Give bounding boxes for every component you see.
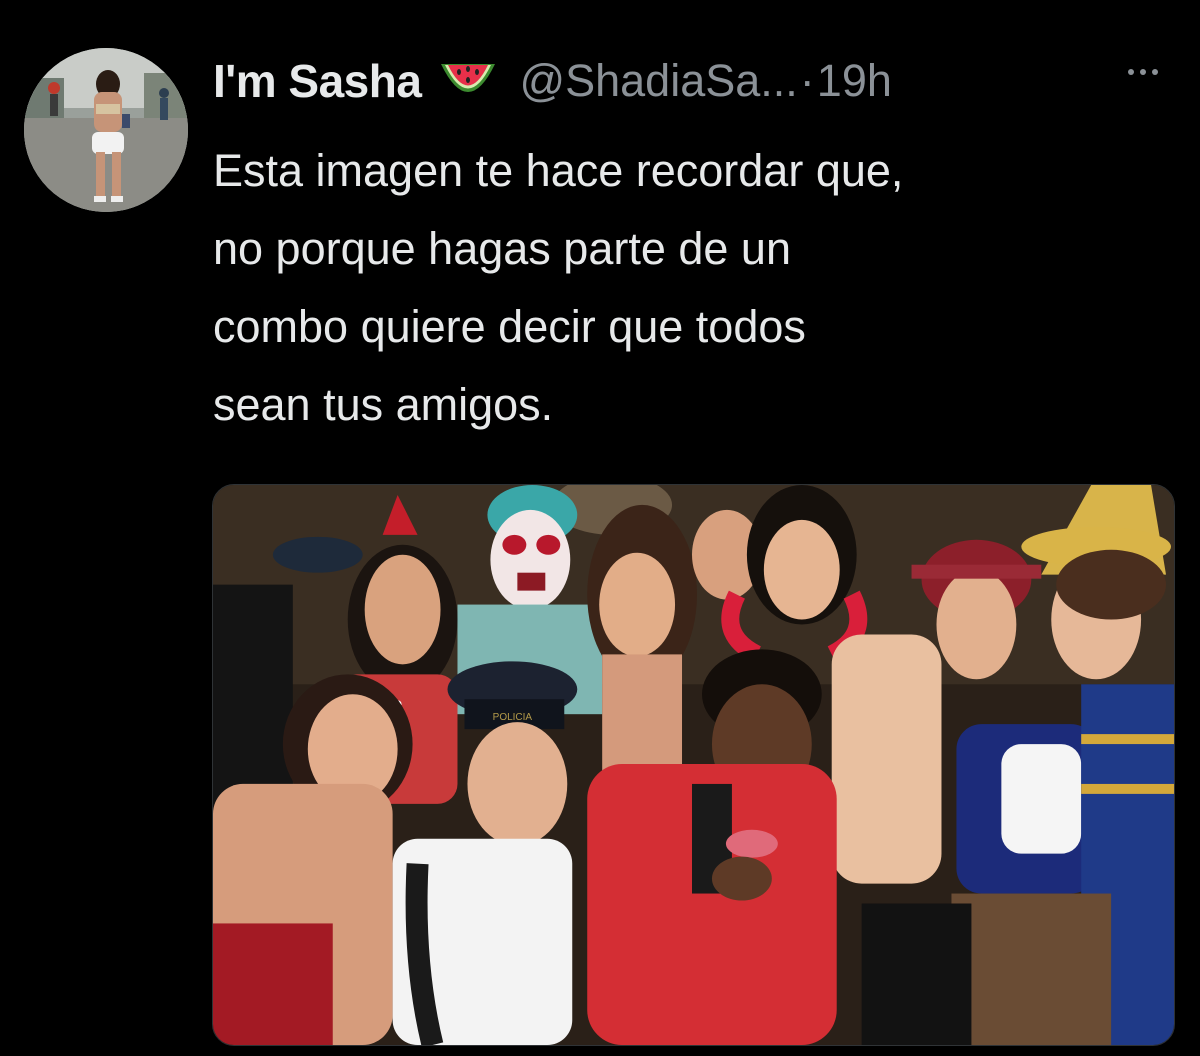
author-handle[interactable]: @ShadiaSa...	[519, 55, 797, 107]
tweet-timestamp[interactable]: 19h	[817, 55, 892, 107]
tweet-text: Esta imagen te hace recordar que, no por…	[213, 132, 1173, 444]
more-options-icon[interactable]	[1128, 66, 1158, 78]
tweet-text-line: sean tus amigos.	[213, 379, 554, 430]
author-display-name[interactable]: I'm Sasha	[213, 54, 422, 108]
tweet-text-line: Esta imagen te hace recordar que,	[213, 145, 904, 196]
party-group-photo: POLICIA	[213, 485, 1174, 1045]
tweet-text-line: combo quiere decir que todos	[213, 301, 806, 352]
police-cap-text: POLICIA	[493, 712, 533, 723]
tweet-header: I'm Sasha @ShadiaSa... · 19h	[213, 50, 892, 112]
author-avatar[interactable]	[24, 48, 188, 212]
tweet-text-line: no porque hagas parte de un	[213, 223, 791, 274]
tweet-media-photo[interactable]: POLICIA	[212, 484, 1175, 1046]
watermelon-emoji-icon	[437, 58, 499, 104]
meta-separator: ·	[799, 55, 815, 106]
avatar-photo	[24, 48, 188, 212]
tweet[interactable]: I'm Sasha @ShadiaSa... · 19h Esta imagen…	[0, 0, 1200, 1056]
